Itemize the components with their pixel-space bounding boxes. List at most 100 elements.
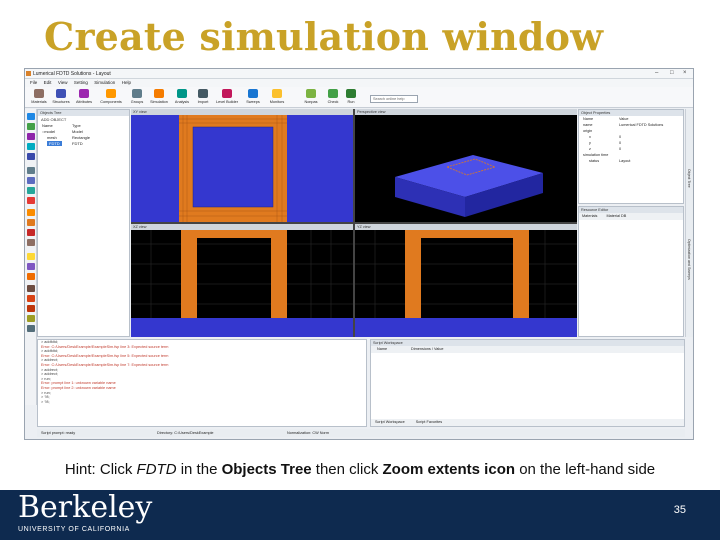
maximize-icon[interactable]: □ bbox=[670, 70, 674, 76]
status-bar: Script prompt: ready Directory: C:/Users… bbox=[37, 429, 685, 437]
check-icon bbox=[328, 89, 338, 98]
materials-button[interactable]: Materials bbox=[27, 89, 51, 107]
berkeley-logo-subtitle: UNIVERSITY OF CALIFORNIA bbox=[18, 526, 130, 533]
tab-materials[interactable]: Materials bbox=[582, 214, 597, 218]
footer-bar: Berkeley UNIVERSITY OF CALIFORNIA 35 bbox=[0, 490, 720, 540]
slide-title: Create simulation window bbox=[44, 14, 604, 59]
menu-file[interactable]: File bbox=[30, 79, 37, 87]
window-title: Lumerical FDTD Solutions - Layout bbox=[33, 71, 111, 77]
select-icon[interactable] bbox=[27, 113, 35, 120]
monitors-button[interactable]: Monitors bbox=[265, 89, 289, 107]
copy-tool-icon[interactable] bbox=[27, 305, 35, 312]
view-area: XY view Perspective view XZ view YZ view bbox=[131, 109, 577, 337]
yz-view[interactable]: YZ view bbox=[355, 224, 577, 337]
simulation-icon bbox=[154, 89, 164, 98]
materials-icon bbox=[34, 89, 44, 98]
nonpas-button[interactable]: Nonpas bbox=[299, 89, 323, 107]
right-vertical-tabs: Object Tree Optimization and Sweeps bbox=[685, 109, 693, 337]
ruler-icon[interactable] bbox=[27, 197, 35, 204]
groups-button[interactable]: Groups bbox=[125, 89, 149, 107]
resource-editor-panel: Resource Editor Materials Material DB bbox=[578, 206, 684, 337]
yz-view-drawing bbox=[355, 230, 577, 337]
analysis-tool-icon[interactable] bbox=[27, 273, 35, 280]
menubar: File Edit View Setting Simulation Help bbox=[25, 79, 693, 87]
delete-tool-icon[interactable] bbox=[27, 295, 35, 302]
menu-help[interactable]: Help bbox=[122, 79, 131, 87]
resource-editor-tabs: Materials Material DB bbox=[579, 213, 683, 220]
menu-simulation[interactable]: Simulation bbox=[94, 79, 115, 87]
array-tool-icon[interactable] bbox=[27, 315, 35, 322]
sweeps-icon bbox=[248, 89, 258, 98]
import-button[interactable]: Import bbox=[191, 89, 215, 107]
mesh-icon[interactable] bbox=[27, 219, 35, 226]
close-icon[interactable]: × bbox=[683, 70, 687, 76]
hint-text: Hint: Click FDTD in the Objects Tree the… bbox=[64, 461, 656, 478]
structures-button[interactable]: Structures bbox=[49, 89, 73, 107]
import-icon bbox=[198, 89, 208, 98]
zoom-extents-icon[interactable] bbox=[27, 187, 35, 194]
menu-view[interactable]: View bbox=[58, 79, 68, 87]
components-button[interactable]: Components bbox=[99, 89, 123, 107]
zoom-icon[interactable] bbox=[27, 177, 35, 184]
xz-view[interactable]: XZ view bbox=[131, 224, 353, 337]
search-input[interactable]: Search online help bbox=[370, 95, 418, 103]
add-object-label: ADD OBJECT bbox=[41, 117, 67, 122]
level-builder-button[interactable]: Level Builder bbox=[215, 89, 239, 107]
page-number: 35 bbox=[673, 504, 686, 516]
structures-icon bbox=[56, 89, 66, 98]
script-workspace-tabs: Script Workspace Script Favorites bbox=[371, 419, 684, 426]
groups-icon bbox=[132, 89, 142, 98]
components-icon bbox=[106, 89, 116, 98]
edit-tool-icon[interactable] bbox=[27, 285, 35, 292]
sweeps-button[interactable]: Sweeps bbox=[241, 89, 265, 107]
pan-icon[interactable] bbox=[27, 167, 35, 174]
vtab-optimization[interactable]: Optimization and Sweeps bbox=[687, 239, 691, 280]
view-3d-icon[interactable] bbox=[27, 153, 35, 160]
attributes-icon bbox=[79, 89, 89, 98]
run-icon bbox=[346, 89, 356, 98]
move-icon[interactable] bbox=[27, 123, 35, 130]
tab-material-db[interactable]: Material DB bbox=[606, 214, 626, 218]
analysis-icon bbox=[177, 89, 187, 98]
rotate-icon[interactable] bbox=[27, 133, 35, 140]
perspective-view[interactable]: Perspective view bbox=[355, 109, 577, 222]
script-workspace-header: Name Dimensions / Value bbox=[371, 346, 684, 353]
monitors-icon bbox=[272, 89, 282, 98]
right-panels: Object Properties Name Value name Lumerica… bbox=[578, 109, 684, 337]
nonpas-icon bbox=[306, 89, 316, 98]
script-workspace-panel: Script Workspace Name Dimensions / Value… bbox=[370, 339, 685, 427]
fdtd-region-icon[interactable] bbox=[27, 209, 35, 216]
tab-script-workspace[interactable]: Script Workspace bbox=[375, 420, 405, 424]
menu-setting[interactable]: Setting bbox=[74, 79, 88, 87]
toolbar: Materials Structures Attributes Componen… bbox=[25, 87, 693, 108]
attributes-button[interactable]: Attributes bbox=[72, 89, 96, 107]
object-properties-panel: Object Properties Name Value name Lumerica… bbox=[578, 109, 684, 204]
source-icon[interactable] bbox=[27, 229, 35, 236]
app-logo-icon bbox=[26, 71, 31, 76]
left-tool-strip bbox=[25, 109, 37, 405]
monitor-tool-icon[interactable] bbox=[27, 239, 35, 246]
perspective-drawing bbox=[395, 155, 543, 217]
log-line: > ?8; bbox=[41, 399, 50, 404]
prop-row-status[interactable]: status Layout bbox=[579, 158, 683, 164]
structure-tool-icon[interactable] bbox=[27, 253, 35, 260]
vtab-object-tree[interactable]: Object Tree bbox=[687, 169, 691, 188]
simulation-button[interactable]: Simulation bbox=[147, 89, 171, 107]
objects-tree-panel: Objects Tree ADD OBJECT Name Type ::mode… bbox=[37, 109, 130, 337]
minimize-icon[interactable]: – bbox=[655, 70, 658, 76]
xy-view-drawing bbox=[179, 115, 287, 222]
view-xy-icon[interactable] bbox=[27, 143, 35, 150]
tab-script-favorites[interactable]: Script Favorites bbox=[416, 420, 442, 424]
xy-view[interactable]: XY view bbox=[131, 109, 353, 222]
fdtd-app-screenshot: Lumerical FDTD Solutions - Layout – □ × … bbox=[24, 68, 694, 440]
script-log-panel: > addfdtd; Error: C:/Users/DeskExample/E… bbox=[37, 339, 367, 427]
settings-tool-icon[interactable] bbox=[27, 325, 35, 332]
window-titlebar: Lumerical FDTD Solutions - Layout – □ × bbox=[25, 69, 693, 79]
berkeley-logo: Berkeley bbox=[18, 490, 153, 525]
menu-edit[interactable]: Edit bbox=[44, 79, 52, 87]
group-tool-icon[interactable] bbox=[27, 263, 35, 270]
run-button[interactable]: Run bbox=[339, 89, 363, 107]
tree-item-fdtd[interactable]: FDTD FDTD bbox=[38, 141, 129, 147]
xz-view-drawing bbox=[131, 230, 353, 337]
status-left: Script prompt: ready bbox=[41, 431, 76, 435]
